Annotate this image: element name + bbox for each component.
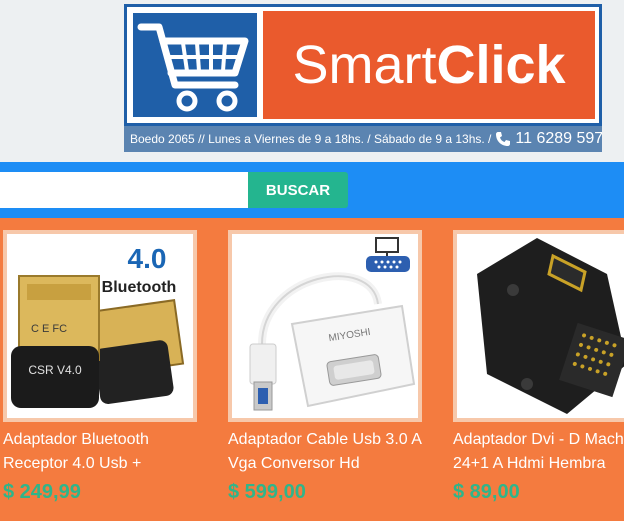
phone-icon	[496, 132, 511, 146]
store-info-bar: Boedo 2065 // Lunes a Viernes de 9 a 18h…	[124, 126, 602, 152]
badge-version: 4.0	[128, 243, 167, 274]
product-title[interactable]: Adaptador Dvi - D Macho 24+1 A Hdmi Hemb…	[453, 428, 624, 476]
logo-cart-panel	[131, 11, 259, 119]
svg-text:C E FC: C E FC	[31, 323, 67, 335]
dvi-hdmi-adapter-image	[477, 238, 624, 414]
usb-vga-adapter-image: MIYOSHI	[249, 237, 416, 411]
product-price: $ 89,00	[453, 481, 520, 503]
product-image-bluetooth-adapter[interactable]: 4.0 Bluetooth C E FC CSR V4.0	[3, 230, 197, 422]
product-card[interactable]: 4.0 Bluetooth C E FC CSR V4.0 Adaptador …	[3, 230, 203, 504]
product-price: $ 599,00	[228, 481, 306, 503]
shopping-cart-icon	[137, 23, 249, 112]
product-card[interactable]: MIYOSHI Adaptador Cable Usb 3.0 A Vga Co…	[228, 230, 428, 504]
logo-wordmark: SmartClick	[263, 11, 595, 119]
phone-number[interactable]: 11 6289 5973	[495, 130, 602, 148]
brand-name: SmartClick	[292, 35, 566, 95]
product-title[interactable]: Adaptador Bluetooth Receptor 4.0 Usb +	[3, 428, 203, 476]
product-title[interactable]: Adaptador Cable Usb 3.0 A Vga Conversor …	[228, 428, 428, 476]
store-logo[interactable]: SmartClick	[124, 4, 602, 126]
product-card[interactable]: Adaptador Dvi - D Macho 24+1 A Hdmi Hemb…	[453, 230, 624, 504]
product-image-dvi-hdmi-adapter[interactable]	[453, 230, 624, 422]
badge-brand: Bluetooth	[102, 279, 177, 296]
store-hours-text: Boedo 2065 // Lunes a Viernes de 9 a 18h…	[130, 132, 492, 146]
bluetooth-dongle-image: 4.0 Bluetooth C E FC CSR V4.0	[11, 243, 185, 408]
search-bar: BUSCAR	[0, 162, 624, 218]
search-button[interactable]: BUSCAR	[248, 172, 348, 208]
product-price: $ 249,99	[3, 481, 81, 503]
search-input[interactable]	[0, 172, 248, 208]
product-image-usb-vga-adapter[interactable]: MIYOSHI	[228, 230, 422, 422]
dongle-label: CSR V4.0	[28, 363, 82, 377]
product-grid: 4.0 Bluetooth C E FC CSR V4.0 Adaptador …	[0, 218, 624, 521]
